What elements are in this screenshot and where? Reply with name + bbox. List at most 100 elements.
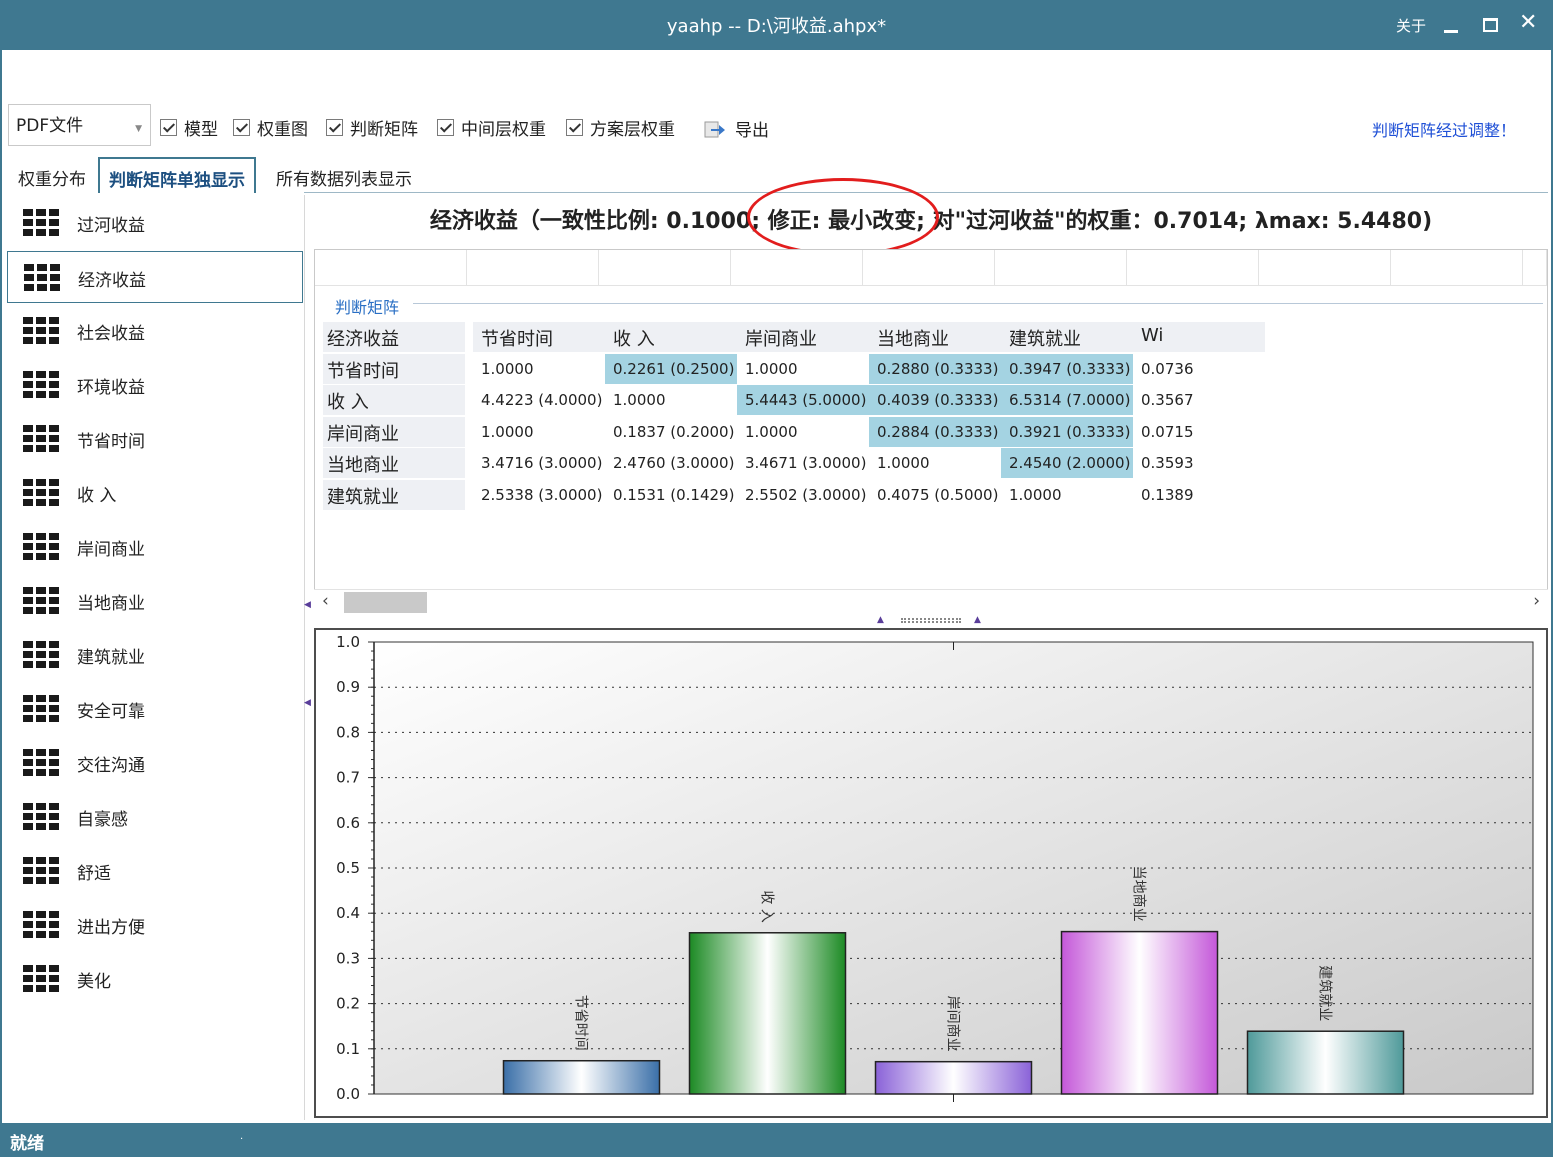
matrix-cell[interactable]: 2.4760 (3.0000) xyxy=(605,448,737,478)
sidebar-item-label: 过河收益 xyxy=(77,216,145,236)
matrix-cell[interactable]: 0.2880 (0.3333) xyxy=(869,353,1001,384)
sidebar-item-cross-river-business[interactable]: 岸间商业 xyxy=(7,521,303,573)
sidebar-item-beautify[interactable]: 美化 xyxy=(7,953,303,1005)
collapse-up-icon[interactable]: ▲ xyxy=(877,615,884,625)
matrix-cell[interactable]: 1.0000 xyxy=(737,417,869,447)
sidebar-item-label: 收 入 xyxy=(77,486,117,506)
matrix-cell[interactable]: 0.2884 (0.3333) xyxy=(869,416,1001,447)
pane-splitter[interactable]: ▲ ▲ xyxy=(314,615,1548,628)
matrix-cell[interactable]: 0.3947 (0.3333) xyxy=(1001,353,1133,384)
matrix-cell[interactable]: 5.4443 (5.0000) xyxy=(737,385,869,415)
horizontal-scrollbar[interactable]: ‹ › xyxy=(314,589,1548,615)
grid-header-cell xyxy=(1259,250,1391,286)
y-tick-label: 0.9 xyxy=(336,678,360,696)
collapse-up-icon[interactable]: ▲ xyxy=(974,615,981,625)
sidebar-item-economic[interactable]: 经济收益 xyxy=(7,251,303,303)
chevron-down-icon: ▼ xyxy=(135,124,142,134)
matrix-cell[interactable]: 0.0736 xyxy=(1133,354,1265,384)
matrix-cell[interactable]: 3.4716 (3.0000) xyxy=(473,448,605,478)
checkbox-weight-chart[interactable]: 权重图 xyxy=(233,117,308,140)
grid-header-cell xyxy=(467,250,599,286)
matrix-cell[interactable]: 1.0000 xyxy=(605,385,737,415)
checkbox-model[interactable]: 模型 xyxy=(160,117,218,140)
about-button[interactable]: 关于 xyxy=(1396,15,1426,36)
matrix-group-label: 判断矩阵 xyxy=(335,298,400,317)
checkbox-judgment-matrix[interactable]: 判断矩阵 xyxy=(326,117,418,140)
minimize-icon[interactable] xyxy=(1436,8,1470,42)
matrix-cell[interactable]: 3.4671 (3.0000) xyxy=(737,448,869,478)
grid-header-cell xyxy=(1127,250,1259,286)
sidebar-item-communication[interactable]: 交往沟通 xyxy=(7,737,303,789)
matrix-cell[interactable]: 0.3593 xyxy=(1133,448,1265,478)
tab-weight-distribution[interactable]: 权重分布 xyxy=(9,158,95,192)
splitter-grip-icon[interactable] xyxy=(901,618,961,623)
sidebar-item-income[interactable]: 收 入 xyxy=(7,467,303,519)
sidebar-item-local-business[interactable]: 当地商业 xyxy=(7,575,303,627)
sidebar-item-social[interactable]: 社会收益 xyxy=(7,305,303,357)
matrix-cell[interactable]: 0.4039 (0.3333) xyxy=(869,385,1001,415)
matrix-cell[interactable]: 0.1389 xyxy=(1133,480,1265,510)
sidebar-item-label: 安全可靠 xyxy=(77,702,145,722)
matrix-grid-icon xyxy=(23,425,59,452)
checkbox-label: 权重图 xyxy=(257,119,308,140)
sidebar-item-environment[interactable]: 环境收益 xyxy=(7,359,303,411)
sidebar-item-comfort[interactable]: 舒适 xyxy=(7,845,303,897)
matrix-column-header: 收 入 xyxy=(605,322,737,352)
tab-matrix-single[interactable]: 判断矩阵单独显示 xyxy=(98,157,256,193)
export-button[interactable]: 导出 xyxy=(704,116,769,141)
format-select[interactable]: PDF文件 ▼ xyxy=(8,104,151,146)
matrix-cell[interactable]: 0.3567 xyxy=(1133,385,1265,415)
sidebar-item-access[interactable]: 进出方便 xyxy=(7,899,303,951)
bar-label: 建筑就业 xyxy=(1317,965,1333,1021)
matrix-cell[interactable]: 0.1837 (0.2000) xyxy=(605,417,737,447)
matrix-cell[interactable]: 1.0000 xyxy=(869,448,1001,478)
collapse-left-icon[interactable]: ◀ xyxy=(304,698,311,708)
status-dot-icon: . xyxy=(240,1131,244,1142)
checkbox-alternative-layer-weight[interactable]: 方案层权重 xyxy=(566,117,675,140)
matrix-column-header: 当地商业 xyxy=(869,322,1001,352)
y-tick-label: 0.6 xyxy=(336,814,360,832)
close-icon[interactable]: ✕ xyxy=(1514,8,1548,42)
checkbox-middle-layer-weight[interactable]: 中间层权重 xyxy=(437,117,546,140)
matrix-cell[interactable]: 6.5314 (7.0000) xyxy=(1001,385,1133,415)
matrix-row-name: 岸间商业 xyxy=(323,416,465,447)
matrix-row-name: 收 入 xyxy=(323,385,465,415)
tab-all-data-list[interactable]: 所有数据列表显示 xyxy=(267,158,421,192)
checkbox-check-icon xyxy=(326,118,343,136)
sidebar-item-label: 进出方便 xyxy=(77,918,145,938)
scroll-left-icon[interactable]: ‹ xyxy=(322,591,329,611)
sidebar-item-construction-jobs[interactable]: 建筑就业 xyxy=(7,629,303,681)
sidebar-item-save-time[interactable]: 节省时间 xyxy=(7,413,303,465)
grid-header-cell xyxy=(995,250,1127,286)
sidebar-item-safety[interactable]: 安全可靠 xyxy=(7,683,303,735)
matrix-cell[interactable]: 1.0000 xyxy=(1001,480,1133,510)
matrix-column-header: 节省时间 xyxy=(473,322,605,352)
scrollbar-thumb[interactable] xyxy=(344,592,427,613)
matrix-cell[interactable]: 1.0000 xyxy=(473,354,605,384)
matrix-cell[interactable]: 2.5338 (3.0000) xyxy=(473,480,605,510)
sidebar-item-guohe[interactable]: 过河收益 xyxy=(7,197,303,249)
matrix-cell[interactable]: 0.0715 xyxy=(1133,417,1265,447)
status-bar: 就绪 . xyxy=(0,1123,1553,1157)
sidebar-divider xyxy=(304,195,305,1120)
matrix-cell[interactable]: 0.3921 (0.3333) xyxy=(1001,416,1133,447)
matrix-cell[interactable]: 0.1531 (0.1429) xyxy=(605,480,737,510)
matrix-cell[interactable]: 4.4223 (4.0000) xyxy=(473,385,605,415)
scroll-right-icon[interactable]: › xyxy=(1533,591,1540,611)
matrix-grid-icon xyxy=(24,264,60,291)
bar-4 xyxy=(1246,1030,1405,1095)
grid-header-cell xyxy=(731,250,863,286)
matrix-cell[interactable]: 2.4540 (2.0000) xyxy=(1001,448,1133,478)
matrix-cell[interactable]: 0.2261 (0.2500) xyxy=(605,353,737,384)
matrix-cell[interactable]: 1.0000 xyxy=(473,417,605,447)
sidebar-item-pride[interactable]: 自豪感 xyxy=(7,791,303,843)
matrix-cell[interactable]: 2.5502 (3.0000) xyxy=(737,480,869,510)
matrix-cell[interactable]: 0.4075 (0.5000) xyxy=(869,480,1001,510)
sidebar-item-label: 自豪感 xyxy=(77,810,128,830)
sidebar: 过河收益经济收益 社会收益 环境收益 节省时间收 入岸间商业 当地商业 建筑就业安全可靠交… xyxy=(3,195,305,1120)
maximize-icon[interactable] xyxy=(1475,8,1509,42)
collapse-left-icon[interactable]: ◀ xyxy=(304,600,311,610)
y-tick-label: 0.3 xyxy=(336,949,360,967)
matrix-adjusted-notice[interactable]: 判断矩阵经过调整！ xyxy=(1372,117,1516,141)
matrix-cell[interactable]: 1.0000 xyxy=(737,354,869,384)
